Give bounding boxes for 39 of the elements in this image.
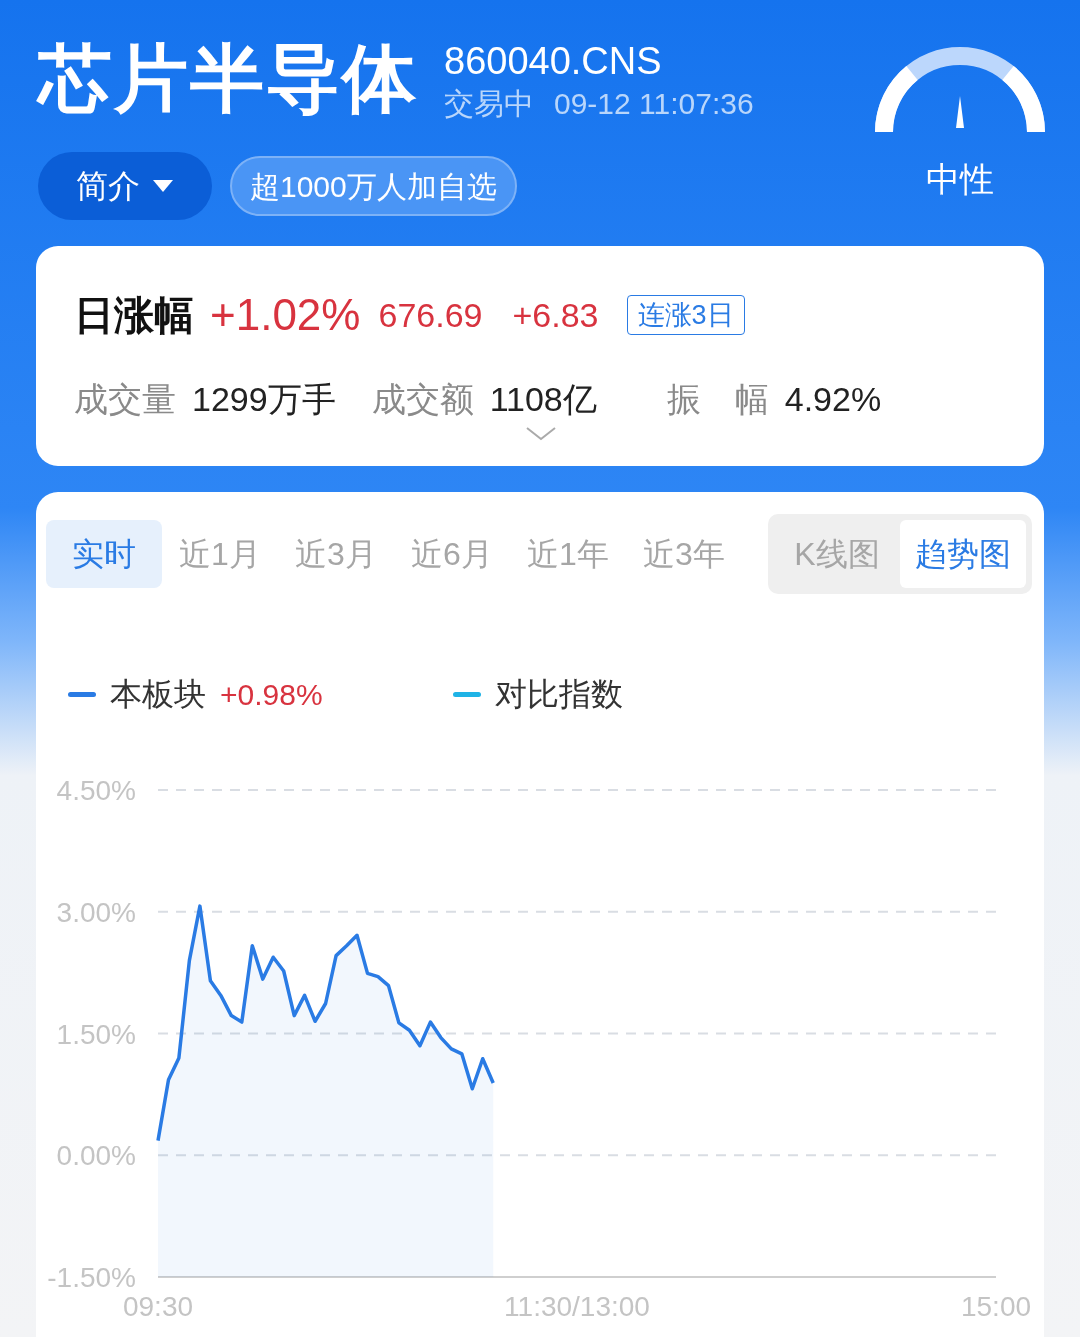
caret-icon	[152, 179, 174, 193]
y-axis-label: 0.00%	[56, 1140, 136, 1172]
x-axis-label: 09:30	[122, 1291, 194, 1322]
period-tab[interactable]: 实时	[46, 520, 162, 588]
intro-button[interactable]: 简介	[38, 152, 212, 220]
legend-value: +0.98%	[220, 676, 323, 713]
x-axis-label: 11:30/13:00	[504, 1291, 650, 1322]
period-tab[interactable]: 近1年	[510, 520, 626, 588]
stat-label: 成交额	[371, 379, 474, 420]
period-tab[interactable]: 近1月	[162, 520, 278, 588]
price: 676.69	[378, 294, 483, 336]
sentiment-label: 中性	[926, 159, 994, 200]
period-tab[interactable]: 近6月	[394, 520, 510, 588]
stat-label: 振 幅	[666, 379, 769, 420]
stat-label: 成交量	[74, 379, 176, 420]
legend-label: 对比指数	[494, 675, 623, 714]
period-tab[interactable]: 近3年	[626, 520, 742, 588]
x-axis-label: 15:00	[960, 1291, 1032, 1322]
trading-status: 交易中	[444, 86, 534, 122]
y-axis-label: -1.50%	[47, 1262, 136, 1293]
change-percent: +1.02%	[210, 289, 361, 341]
view-tab[interactable]: K线图	[774, 520, 900, 588]
y-axis-label: 4.50%	[56, 775, 136, 806]
stat-value: 1299万手	[192, 379, 336, 420]
watchlist-badge: 超1000万人加自选	[230, 156, 517, 216]
sector-title: 芯片半导体	[38, 36, 418, 122]
timestamp: 09-12 11:07:36	[554, 86, 754, 122]
period-tab[interactable]: 近3月	[278, 520, 394, 588]
legend-label: 本板块	[110, 675, 206, 714]
stat-value: 1108亿	[489, 379, 597, 420]
chevron-down-icon	[526, 427, 556, 441]
quote-label: 日涨幅	[74, 292, 194, 339]
price-change: +6.83	[512, 294, 599, 336]
y-axis-label: 1.50%	[56, 1018, 136, 1050]
y-axis-label: 3.00%	[56, 896, 136, 928]
sector-code: 860040.CNS	[444, 39, 663, 84]
view-tab[interactable]: 趋势图	[900, 520, 1026, 588]
streak-tag: 连涨3日	[626, 295, 745, 335]
stat-value: 4.92%	[784, 379, 882, 420]
